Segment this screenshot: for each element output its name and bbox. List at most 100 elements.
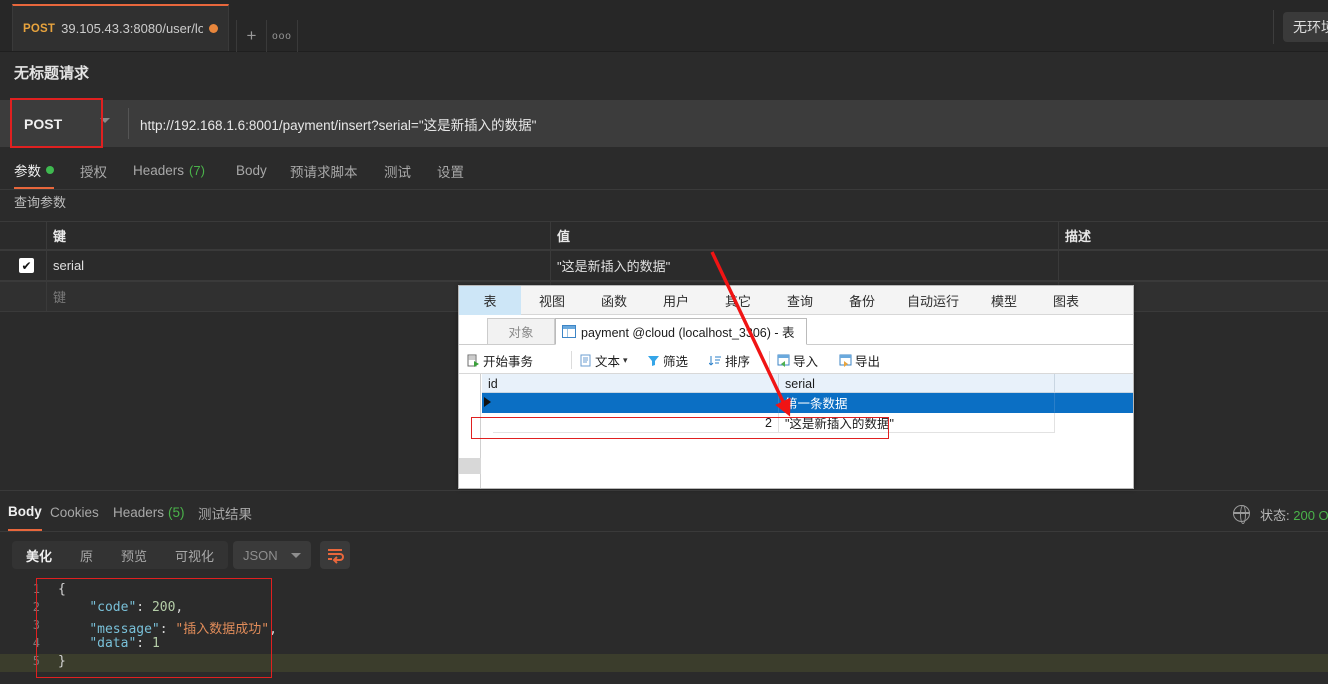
navicat-tab-tables[interactable]: 表 (459, 286, 521, 315)
navicat-objects-tab[interactable]: 对象 (487, 318, 555, 344)
tab-bar: POST 39.105.43.3:8080/user/login?p... + … (0, 0, 1328, 52)
chevron-down-icon[interactable]: ▾ (623, 355, 628, 366)
toolbar-divider (1273, 10, 1274, 44)
navicat-tab-functions[interactable]: 函数 (583, 286, 645, 315)
grid-cell-serial[interactable]: "这是新插入的数据" (779, 413, 1055, 433)
row-description-input[interactable] (1058, 251, 1328, 280)
column-header-value: 值 (550, 222, 1058, 249)
status-label: 状态: (1260, 508, 1290, 523)
response-tab-test-results[interactable]: 测试结果 (198, 494, 252, 531)
view-mode-preview[interactable]: 预览 (107, 541, 161, 569)
text-icon (579, 354, 592, 367)
code-line: 3 "message": "插入数据成功", (0, 618, 1328, 637)
chevron-down-icon[interactable] (100, 118, 110, 123)
globe-icon (1232, 504, 1250, 524)
navicat-table-tab-label: payment @cloud (localhost_3306) - 表 (581, 326, 795, 340)
response-tab-body-label: Body (8, 504, 42, 519)
navicat-tab-views[interactable]: 视图 (521, 286, 583, 315)
request-tab-url: 39.105.43.3:8080/user/login?p... (61, 21, 203, 36)
request-title: 无标题请求 (14, 65, 90, 82)
grid-column-serial[interactable]: serial (779, 374, 1055, 393)
import-label: 导入 (793, 354, 819, 369)
navicat-tab-models[interactable]: 模型 (973, 286, 1035, 315)
navicat-object-tabrow: 对象 payment @cloud (localhost_3306) - 表 (459, 315, 1133, 345)
gutter-nub (459, 458, 481, 474)
toolbar-divider (769, 351, 770, 369)
sort-button[interactable]: 排序 (708, 350, 751, 370)
chevron-down-icon[interactable] (291, 553, 301, 558)
query-params-label: 查询参数 (14, 195, 67, 210)
navicat-table-tab[interactable]: payment @cloud (localhost_3306) - 表 (555, 318, 807, 345)
begin-transaction-label: 开始事务 (483, 354, 534, 369)
code-text: "data": 1 (89, 636, 160, 651)
code-text: } (58, 654, 66, 669)
tab-body[interactable]: Body (236, 152, 267, 189)
url-input[interactable]: http://192.168.1.6:8001/payment/insert?s… (140, 100, 1318, 147)
sort-label: 排序 (725, 354, 751, 369)
grid-row[interactable]: 2 "这是新插入的数据" (482, 413, 1133, 433)
tab-settings-label: 设置 (437, 164, 464, 180)
table-row[interactable]: ✔ serial "这是新插入的数据" (0, 250, 1328, 281)
navicat-tab-users[interactable]: 用户 (645, 286, 707, 315)
grid-row[interactable]: 第一条数据 (482, 393, 1133, 413)
tab-tests[interactable]: 测试 (384, 152, 411, 189)
navicat-row-gutter (459, 374, 481, 488)
import-button[interactable]: 导入 (777, 350, 818, 370)
code-line: 4 "data": 1 (0, 636, 1328, 654)
tab-params-label: 参数 (14, 163, 41, 179)
navicat-tab-backup[interactable]: 备份 (831, 286, 893, 315)
grid-cell-serial[interactable]: 第一条数据 (779, 393, 1055, 413)
row-value-input[interactable]: "这是新插入的数据" (550, 251, 1058, 280)
tab-headers[interactable]: Headers (7) (133, 152, 205, 189)
tab-prerequest-script[interactable]: 预请求脚本 (290, 152, 358, 189)
export-button[interactable]: 导出 (839, 350, 880, 370)
navicat-data-grid[interactable]: id serial 第一条数据 2 "这是新插入的数据" (482, 374, 1133, 488)
begin-transaction-button[interactable]: 开始事务 (467, 350, 533, 370)
row-enabled-checkbox[interactable]: ✔ (19, 258, 34, 273)
navicat-tab-charts[interactable]: 图表 (1035, 286, 1097, 315)
navicat-tab-automation[interactable]: 自动运行 (893, 286, 973, 315)
grid-cell-id[interactable]: 2 (493, 413, 779, 433)
navicat-tab-others[interactable]: 其它 (707, 286, 769, 315)
export-label: 导出 (855, 354, 881, 369)
response-tab-cookies[interactable]: Cookies (50, 494, 99, 531)
view-mode-raw[interactable]: 原 (66, 541, 107, 569)
status-value: 200 OK (1293, 508, 1328, 523)
request-tabs: 参数 授权 Headers (7) Body 预请求脚本 测试 设置 (0, 152, 1328, 190)
request-tab[interactable]: POST 39.105.43.3:8080/user/login?p... (12, 4, 229, 51)
toolbar-divider (571, 351, 572, 369)
code-text: "code": 200, (89, 600, 184, 615)
response-tab-body[interactable]: Body (8, 494, 42, 531)
tab-settings[interactable]: 设置 (437, 152, 464, 189)
tab-authorization-label: 授权 (80, 164, 107, 180)
environment-selector[interactable]: 无环境 (1283, 12, 1328, 42)
transaction-icon (467, 354, 480, 367)
response-tab-headers-label: Headers (113, 505, 165, 520)
navicat-main-tabs: 表 视图 函数 用户 其它 查询 备份 自动运行 模型 图表 (459, 286, 1133, 315)
tab-options-button[interactable]: ooo (266, 20, 298, 52)
view-mode-pretty[interactable]: 美化 (12, 541, 66, 569)
response-tabs: Body Cookies Headers (5) 测试结果 (0, 494, 1328, 532)
tab-authorization[interactable]: 授权 (80, 152, 107, 189)
status-badge: 状态: 200 OK (1260, 505, 1328, 524)
response-tab-test-results-label: 测试结果 (198, 506, 252, 522)
grid-column-id[interactable]: id (482, 374, 779, 393)
response-format-select[interactable]: JSON (233, 541, 311, 569)
http-method-selector[interactable]: POST (10, 100, 130, 147)
tab-tests-label: 测试 (384, 164, 411, 180)
grid-cell-id[interactable] (493, 393, 779, 413)
navicat-tab-queries[interactable]: 查询 (769, 286, 831, 315)
response-tab-headers[interactable]: Headers (5) (113, 494, 185, 531)
app-root: POST 39.105.43.3:8080/user/login?p... + … (0, 0, 1328, 684)
column-header-description: 描述 (1058, 222, 1328, 249)
word-wrap-button[interactable] (320, 541, 350, 569)
text-button[interactable]: 文本 ▾ (579, 350, 628, 370)
row-key-input[interactable]: serial (46, 251, 550, 280)
response-body-editor[interactable]: 1 { 2 "code": 200, 3 "message": "插入数据成功"… (0, 578, 1328, 684)
tab-headers-label: Headers (133, 163, 185, 178)
view-mode-visualize[interactable]: 可视化 (161, 541, 228, 569)
navicat-window[interactable]: 表 视图 函数 用户 其它 查询 备份 自动运行 模型 图表 对象 paymen… (458, 285, 1134, 489)
filter-button[interactable]: 筛选 (647, 350, 688, 370)
new-tab-button[interactable]: + (236, 20, 266, 52)
tab-params[interactable]: 参数 (14, 152, 54, 189)
